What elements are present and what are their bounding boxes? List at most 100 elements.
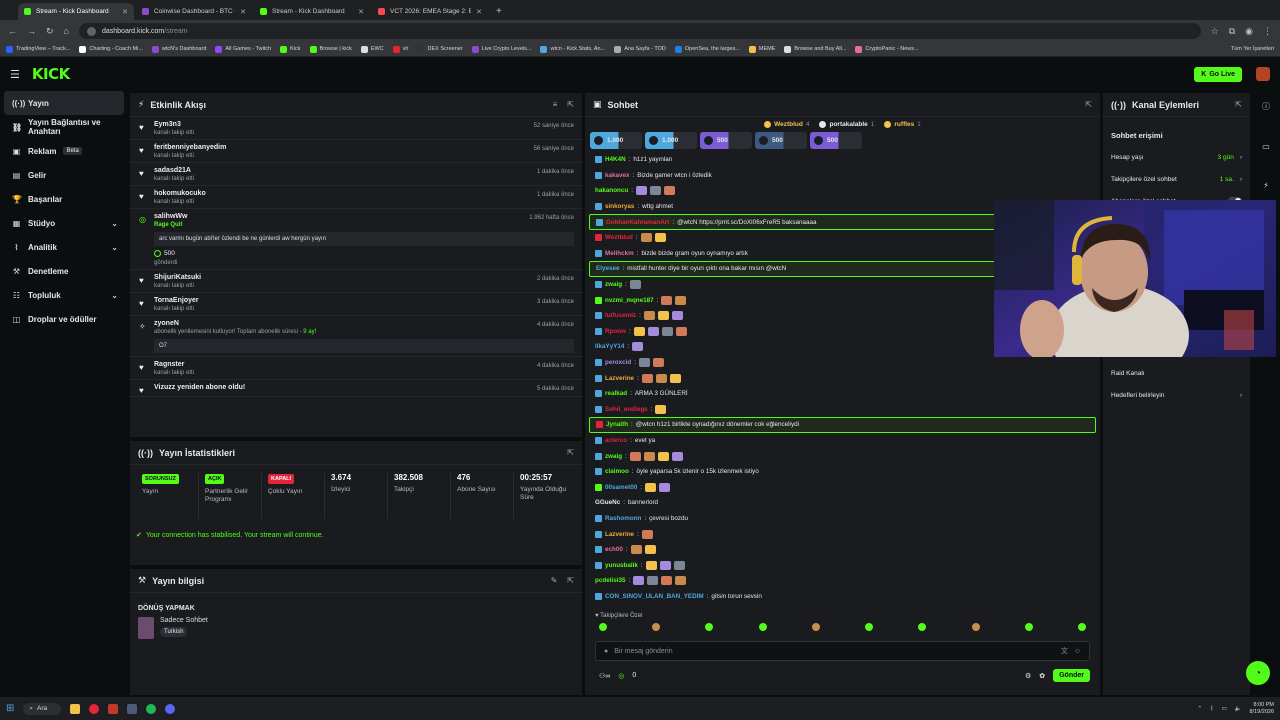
kick-sticky[interactable]: 500 (755, 132, 807, 149)
bookmark-item[interactable]: Ana Sayfa - TOD (614, 45, 666, 53)
bookmark-item[interactable]: Browse | kick (309, 45, 352, 53)
kick-sticky[interactable]: 1.000 (645, 132, 697, 149)
chat-username[interactable]: zwaig (605, 453, 622, 460)
network-icon[interactable]: ▭ (1221, 706, 1226, 712)
back-icon[interactable]: ← (8, 26, 17, 36)
chat-username[interactable]: H4K4N (605, 156, 626, 163)
users-infinity-icon[interactable]: ⚇∞ (599, 672, 610, 680)
bolt-icon[interactable]: ⚡ (1263, 181, 1269, 190)
chat-username[interactable]: sinkoryas (605, 203, 634, 210)
clock[interactable]: 8:00 PM 8/19/2026 (1250, 702, 1274, 715)
sidebar-item[interactable]: ⚒ Denetleme (0, 259, 128, 283)
quick-emote[interactable] (918, 623, 927, 631)
bookmark-item[interactable]: OpenSea, the larges... (674, 45, 740, 53)
sidebar-item[interactable]: ▦ Stüdyo ⌄ (0, 211, 128, 235)
chat-username[interactable]: ech00 (605, 546, 623, 553)
chat-username[interactable]: Rashomonn (605, 515, 641, 522)
activity-username[interactable]: hokomukocuko (154, 190, 574, 197)
home-icon[interactable]: ⌂ (64, 26, 69, 36)
tray-arrow-icon[interactable]: ⌃ (1198, 706, 1203, 712)
sidebar-item[interactable]: ▣ Reklam Beta (0, 139, 128, 163)
bluetooth-icon[interactable]: ᛒ (1210, 706, 1213, 712)
layout-icon[interactable]: ▭ (1262, 142, 1270, 151)
profile-icon[interactable]: ◉ (1245, 26, 1253, 37)
quick-emote[interactable] (1024, 623, 1033, 631)
chat-username[interactable]: Elyesee (596, 265, 619, 272)
close-icon[interactable]: ✕ (358, 8, 364, 16)
bookmark-item[interactable]: wtcn - Kick Stats, An... (540, 45, 605, 53)
chat-username[interactable]: kakavex (605, 172, 630, 179)
chat-username[interactable]: IlkaYyY14 (595, 343, 624, 350)
chat-username[interactable]: nvzmi_mqne187 (605, 297, 654, 304)
settings-icon[interactable]: ⚙ (1025, 672, 1031, 680)
user-avatar[interactable] (1256, 67, 1270, 81)
sidebar-item[interactable]: ⌇ Analitik ⌄ (0, 235, 128, 259)
filter-icon[interactable]: ≡ (553, 100, 558, 109)
quick-emote[interactable] (865, 623, 874, 631)
extensions-icon[interactable]: ⧉ (1229, 26, 1235, 37)
chat-username[interactable]: aclerco (605, 437, 627, 444)
chat-username[interactable]: peroxcid (605, 359, 631, 366)
browser-tab[interactable]: Stream - Kick Dashboard ✕ (18, 3, 134, 20)
chat-username[interactable]: Lazverine (605, 375, 634, 382)
channel-action-row[interactable]: Hedefleri belirleyin › (1103, 384, 1250, 406)
browser-tab[interactable]: Coinwise Dashboard - BTC Cryp ✕ (136, 3, 252, 20)
kick-logo[interactable]: KICK (32, 65, 70, 83)
quick-emote[interactable] (599, 623, 607, 631)
reload-icon[interactable]: ↻ (46, 26, 54, 37)
kick-support-bubble[interactable]: ◔ (1246, 661, 1270, 685)
activity-username[interactable]: TornaEnjoyer (154, 297, 574, 304)
bookmark-item[interactable]: MEME (748, 45, 775, 53)
quick-emote[interactable] (758, 623, 767, 631)
windows-start-icon[interactable]: ⊞ (6, 703, 14, 714)
send-button[interactable]: Gönder (1053, 669, 1090, 682)
close-icon[interactable]: ✕ (476, 8, 482, 16)
activity-username[interactable]: salihwWw (154, 213, 574, 220)
chat-access-row[interactable]: Takipçilere özel sohbet 1 sa. › (1103, 168, 1250, 190)
close-icon[interactable]: ✕ (240, 8, 246, 16)
spotify-icon[interactable] (146, 703, 157, 714)
top-gifter[interactable]: ruffles 1 (884, 121, 921, 128)
discord-icon[interactable] (165, 703, 176, 714)
volume-icon[interactable]: 🔈 (1235, 706, 1242, 712)
sidebar-item[interactable]: ▤ Gelir (0, 163, 128, 187)
info-icon[interactable]: ⓘ (1262, 101, 1270, 112)
chat-username[interactable]: claimoo (605, 468, 629, 475)
chat-access-row[interactable]: Hesap yaşı 3 gün › (1103, 146, 1250, 168)
site-info-icon[interactable] (86, 26, 96, 36)
app-icon[interactable] (108, 703, 119, 714)
chat-username[interactable]: zwaig (605, 281, 622, 288)
popout-icon[interactable]: ⇱ (567, 100, 574, 109)
popout-icon[interactable]: ⇱ (1085, 100, 1092, 109)
go-live-button[interactable]: K Go Live (1194, 66, 1242, 82)
activity-username[interactable]: zyoneN (154, 320, 574, 327)
quick-emote[interactable] (652, 623, 661, 631)
chat-username[interactable]: GGueNc (595, 499, 620, 506)
forward-icon[interactable]: → (27, 26, 36, 36)
activity-username[interactable]: feritbenniyebanyedim (154, 144, 574, 151)
sidebar-item[interactable]: ((·)) Yayın (4, 91, 124, 115)
bookmark-item[interactable]: DEX Screener (417, 45, 463, 53)
browser-tab[interactable]: VCT 2026: EMEA Stage 2: Brack ✕ (372, 3, 488, 20)
steam-icon[interactable] (127, 703, 138, 714)
chat-username[interactable]: Weztblud (605, 234, 633, 241)
chat-username[interactable]: lutfusemiz (605, 312, 636, 319)
kick-sticky[interactable]: 1.000 (590, 132, 642, 149)
bookmark-item[interactable]: EWC (360, 45, 384, 53)
chat-username[interactable]: GokhanKahramanArt (606, 219, 669, 226)
edit-icon[interactable]: ✎ (551, 576, 558, 585)
quick-emote[interactable] (705, 623, 714, 631)
all-bookmarks[interactable]: Tüm Yer İşaretleri (1231, 46, 1274, 52)
activity-username[interactable]: Ragnster (154, 361, 574, 368)
popout-icon[interactable]: ⇱ (567, 448, 574, 457)
chat-username[interactable]: Sohil_endlegs (605, 406, 648, 413)
channel-action-row[interactable]: Raid Kanalı (1103, 362, 1250, 384)
sidebar-item[interactable]: ☷ Topluluk ⌄ (0, 283, 128, 307)
gift-icon[interactable]: ✿ (1039, 672, 1045, 680)
chat-username[interactable]: hakanoncu (595, 187, 628, 194)
activity-username[interactable]: sadasd21A (154, 167, 574, 174)
quick-emote[interactable] (971, 623, 980, 631)
top-gifter[interactable]: Weztblud 4 (764, 121, 809, 128)
browser-tab[interactable]: Stream - Kick Dashboard ✕ (254, 3, 370, 20)
sidebar-item[interactable]: 🏆 Başarılar (0, 187, 128, 211)
